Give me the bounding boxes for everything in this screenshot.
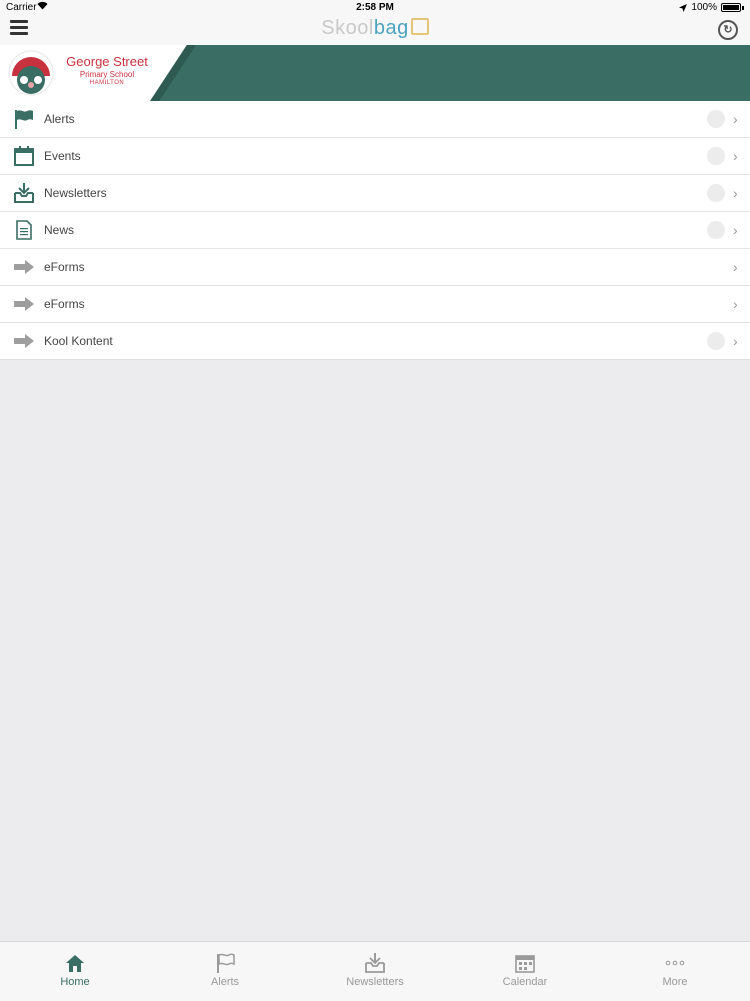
battery-tip [742,5,744,10]
brand-skool: Skool [321,17,374,39]
school-name-line2: Primary School [79,70,135,79]
tab-alerts[interactable]: Alerts [150,942,300,1001]
brand-bag: bag [373,17,409,39]
app-logo: Skoolbag [0,17,750,40]
calendar-icon [14,146,34,166]
menu-item-label: eForms [44,260,85,274]
tab-label: Calendar [502,976,548,988]
inbox-download-icon [14,183,34,203]
chevron-right-icon: › [733,222,738,238]
more-dots-icon [665,960,685,966]
menu-item-newsletters[interactable]: Newsletters › [0,175,750,212]
menu-item-alerts[interactable]: Alerts › [0,101,750,138]
chevron-right-icon: › [733,111,738,127]
count-badge [707,221,725,239]
tab-label: Newsletters [346,976,404,988]
clock: 2:58 PM [356,2,394,13]
menu-item-label: Newsletters [44,186,107,200]
chevron-right-icon: › [733,296,738,312]
arrow-right-icon [14,260,34,274]
menu-item-events[interactable]: Events › [0,138,750,175]
document-icon [16,220,32,240]
chevron-right-icon: › [733,185,738,201]
school-name-line3: HAMILTON [89,80,125,86]
count-badge [707,332,725,350]
menu-item-label: Kool Kontent [44,334,113,348]
nav-bar: Skoolbag ↻ [0,16,750,45]
battery-percent: 100% [691,2,717,13]
tab-label: Alerts [210,976,240,988]
count-badge [707,184,725,202]
flag-icon [15,110,33,129]
chevron-right-icon: › [733,148,738,164]
chevron-right-icon: › [733,259,738,275]
count-badge [707,147,725,165]
arrow-right-icon [14,334,34,348]
arrow-right-icon [14,297,34,311]
menu-item-eforms-1[interactable]: eForms › [0,249,750,286]
tab-newsletters[interactable]: Newsletters [300,942,450,1001]
battery-icon [721,3,741,12]
status-bar: Carrier 2:58 PM 100% [0,0,750,16]
calendar-icon [515,955,535,973]
tab-label: More [662,976,688,988]
tab-bar: Home Alerts Newsletters Calendar More [0,941,750,1001]
tab-calendar[interactable]: Calendar [450,942,600,1001]
count-badge [707,110,725,128]
inbox-download-icon [365,953,385,973]
flag-icon [217,953,235,973]
menu-item-label: News [44,223,75,237]
home-icon [66,955,84,972]
school-banner: George Street Primary School HAMILTON [0,45,750,101]
menu-item-label: Alerts [44,112,75,126]
menu-item-label: Events [44,149,81,163]
menu-item-eforms-2[interactable]: eForms › [0,286,750,323]
bag-icon [410,18,429,35]
menu-item-news[interactable]: News › [0,212,750,249]
status-right: 100% [679,2,744,13]
chevron-right-icon: › [733,333,738,349]
location-arrow-icon [679,3,688,12]
tab-label: Home [60,976,90,988]
school-name-line1: George Street [66,54,148,69]
menu-item-label: eForms [44,297,85,311]
tab-home[interactable]: Home [0,942,150,1001]
menu-item-kool-kontent[interactable]: Kool Kontent › [0,323,750,359]
school-crest-icon [8,50,54,96]
refresh-icon[interactable]: ↻ [718,20,738,40]
school-name: George Street Primary School HAMILTON [62,54,152,86]
menu-list: Alerts › Events › Newsletters › News › e… [0,101,750,360]
tab-more[interactable]: More [600,942,750,1001]
